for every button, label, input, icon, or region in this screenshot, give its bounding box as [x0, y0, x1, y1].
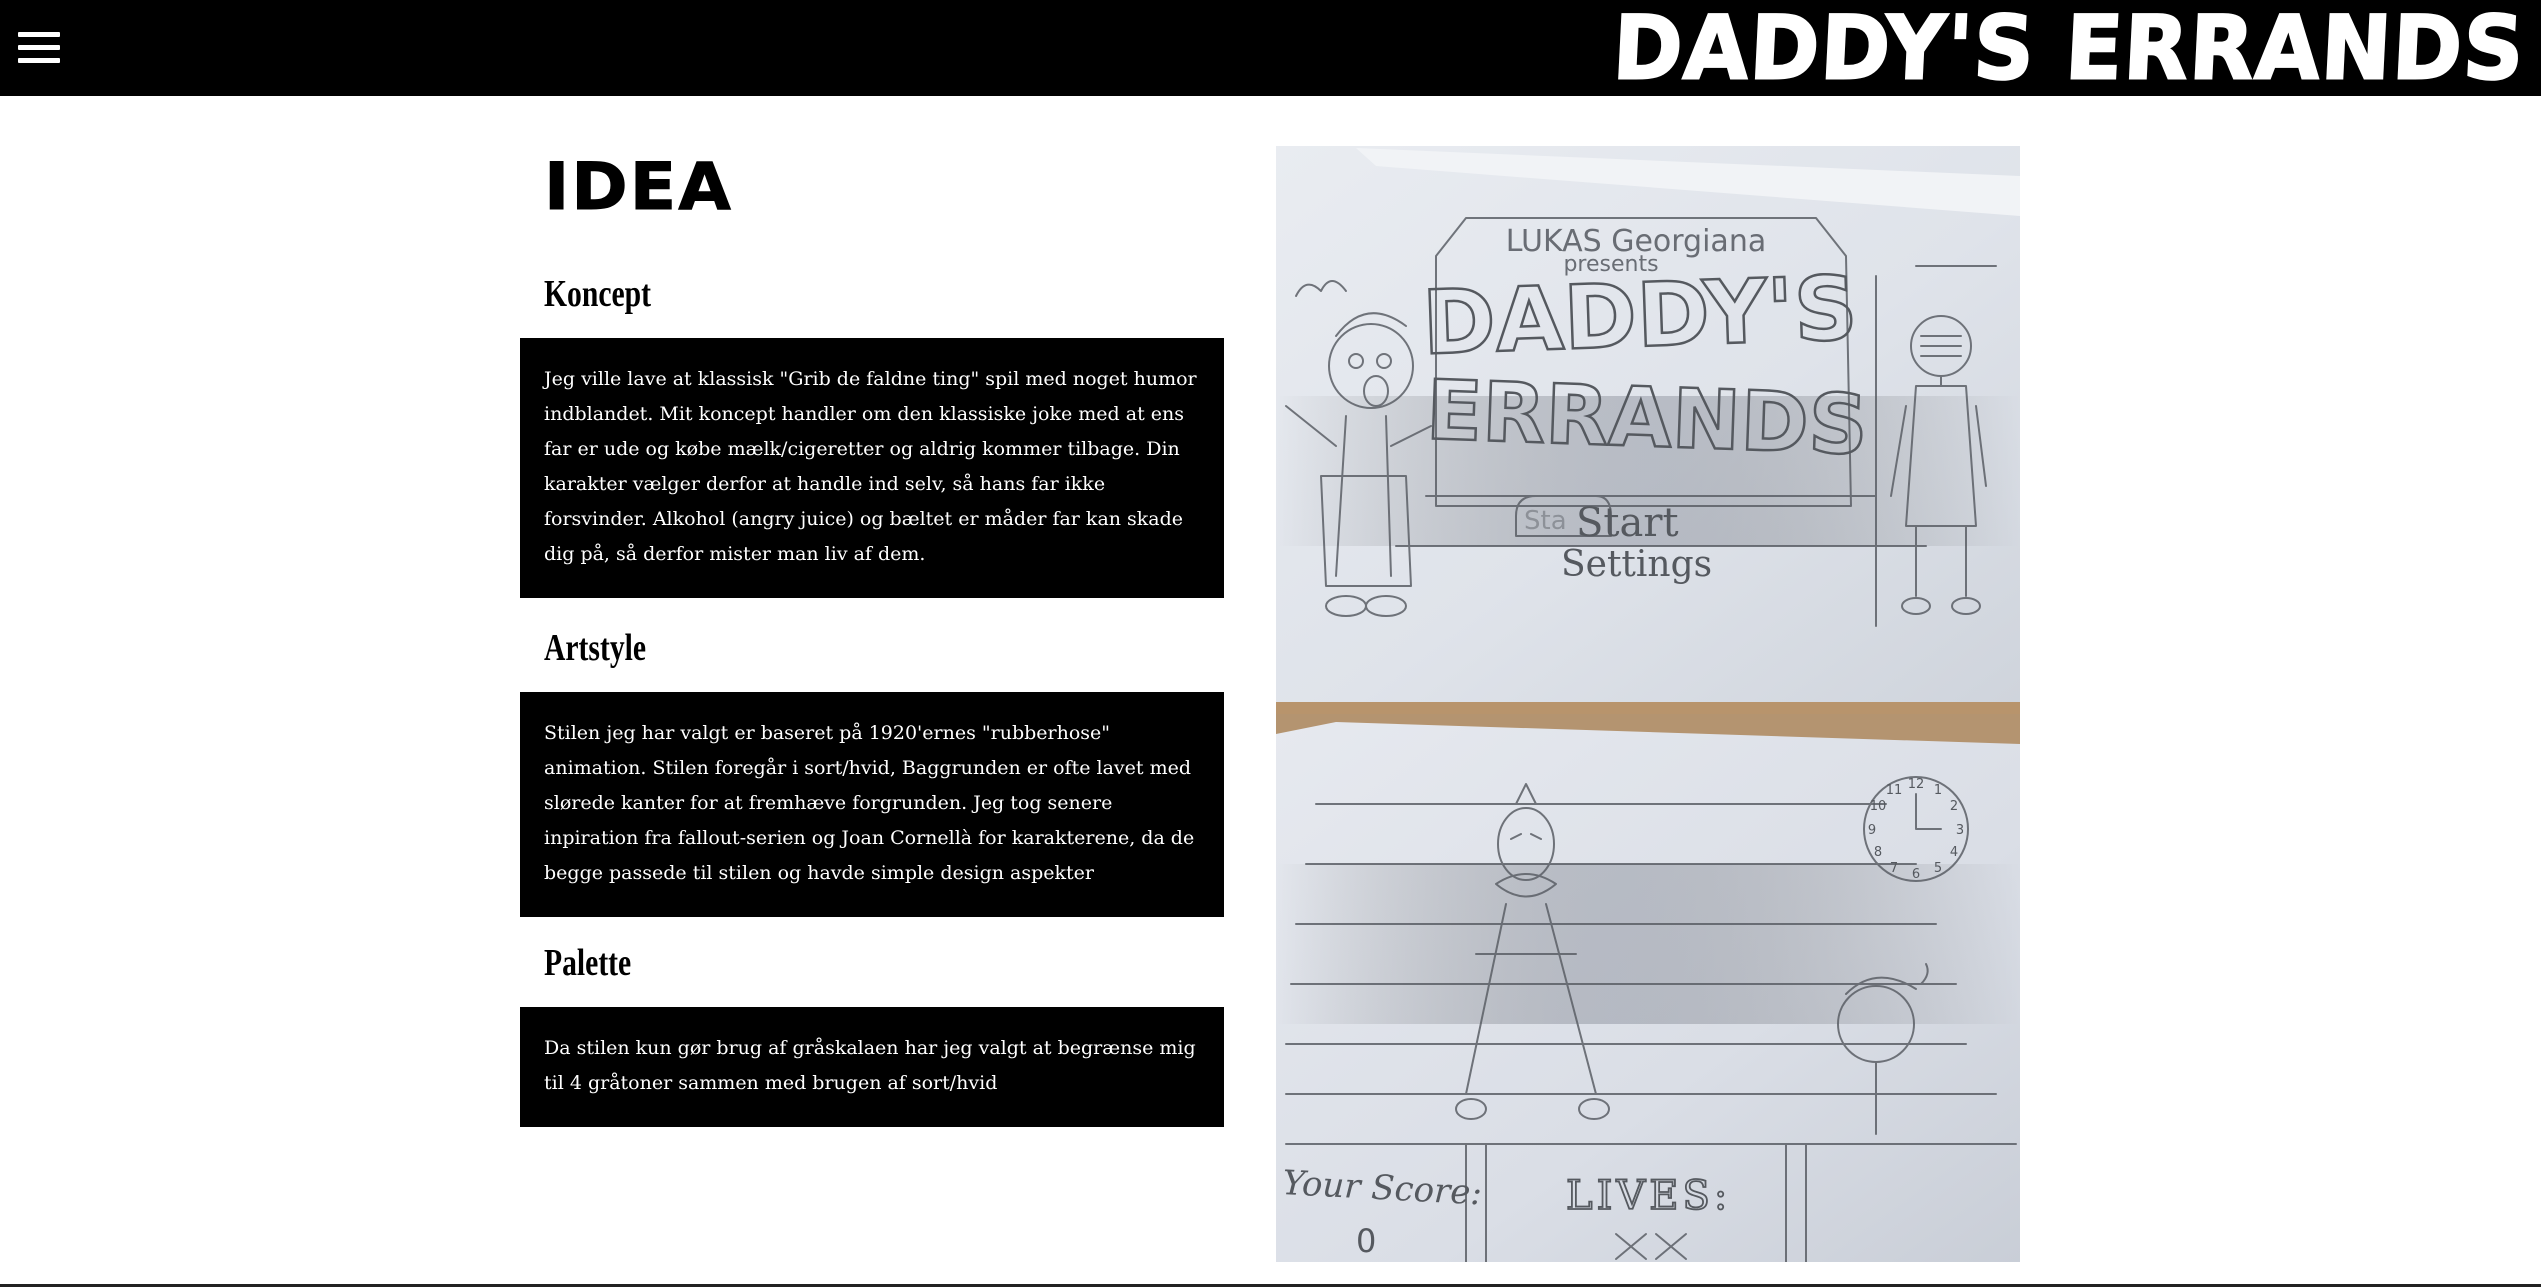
photo-divider — [1276, 702, 2020, 714]
clock-number: 9 — [1868, 823, 1876, 838]
menu-bar-line — [18, 32, 60, 37]
text-box-palette: Da stilen kun gør brug af gråskalaen har… — [520, 1007, 1224, 1127]
main-content: IDEA Koncept Jeg ville lave at klassisk … — [520, 150, 1224, 1127]
sketch-title-screen: LUKAS Georgiana presents DADDY'S ERRANDS… — [1276, 146, 2020, 702]
sketch-score-value: 0 — [1356, 1222, 1376, 1260]
page-title: IDEA — [544, 150, 733, 226]
sketch-menu-settings: Settings — [1561, 544, 1712, 585]
section-heading-artstyle: Artstyle — [544, 627, 647, 669]
clock-number: 6 — [1912, 867, 1920, 882]
sketch-game-screen-drawing: 12 1 2 3 4 5 6 7 8 9 10 11 Your Score: 0… — [1276, 714, 2020, 1262]
clock-number: 5 — [1934, 861, 1942, 876]
sketch-logo-line2: ERRANDS — [1425, 363, 1870, 473]
sketch-logo-line1: DADDY'S — [1421, 256, 1859, 374]
concept-sketch-photo: LUKAS Georgiana presents DADDY'S ERRANDS… — [1276, 146, 2020, 1262]
clock-number: 1 — [1934, 783, 1942, 798]
top-bar: DADDY'S ERRANDS — [0, 0, 2541, 100]
sketch-title-screen-drawing: LUKAS Georgiana presents DADDY'S ERRANDS… — [1276, 146, 2020, 702]
text-box-artstyle: Stilen jeg har valgt er baseret på 1920'… — [520, 692, 1224, 917]
site-title[interactable]: DADDY'S ERRANDS — [1610, 0, 2529, 100]
menu-bar-line — [18, 45, 60, 50]
text-box-koncept: Jeg ville lave at klassisk "Grib de fald… — [520, 338, 1224, 598]
clock-number: 12 — [1908, 777, 1925, 792]
clock-number: 4 — [1950, 845, 1958, 860]
sketch-menu-start: Start — [1576, 500, 1679, 546]
clock-number: 3 — [1956, 823, 1964, 838]
hamburger-menu-icon[interactable] — [18, 32, 60, 64]
clock-number: 10 — [1870, 799, 1887, 814]
sketch-lives-label: LIVES: — [1566, 1173, 1731, 1219]
sketch-menu-scribble: Sta — [1524, 506, 1567, 536]
section-heading-palette: Palette — [544, 942, 632, 984]
section-heading-koncept: Koncept — [544, 273, 652, 315]
clock-number: 7 — [1890, 861, 1898, 876]
sketch-game-screen: 12 1 2 3 4 5 6 7 8 9 10 11 Your Score: 0… — [1276, 714, 2020, 1262]
clock-number: 8 — [1874, 845, 1882, 860]
clock-number: 2 — [1950, 799, 1958, 814]
clock-number: 11 — [1886, 783, 1903, 798]
menu-bar-line — [18, 58, 60, 63]
